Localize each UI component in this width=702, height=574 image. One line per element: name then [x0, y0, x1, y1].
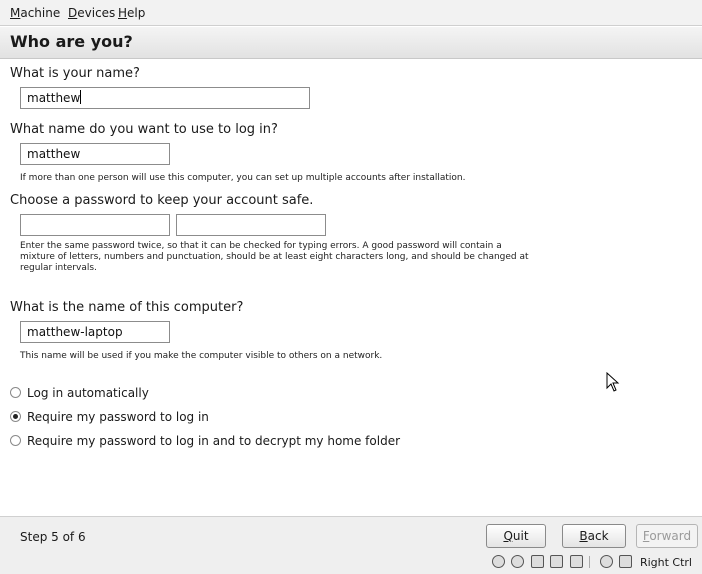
computer-name-help: This name will be used if you make the c… — [20, 351, 383, 361]
computer-name-input[interactable]: matthew-laptop — [20, 321, 170, 343]
login-name-input[interactable]: matthew — [20, 143, 170, 165]
quit-label: uit — [512, 529, 529, 543]
confirm-password-input[interactable] — [176, 214, 326, 236]
require-password-option[interactable]: Require my password to log in — [10, 410, 209, 424]
radio-unchecked-icon[interactable] — [10, 435, 21, 446]
name-input[interactable]: matthew — [20, 87, 310, 109]
menu-devices[interactable]: Devices — [68, 6, 115, 20]
mouse-integration-icon[interactable] — [619, 555, 633, 568]
back-mnemonic: B — [579, 529, 588, 543]
option-label: Log in automatically — [27, 386, 149, 400]
forward-button[interactable]: Forward — [636, 524, 698, 548]
computer-name-label: What is the name of this computer? — [10, 300, 244, 315]
name-label: What is your name? — [10, 66, 140, 81]
password-help-line: Enter the same password twice, so that i… — [20, 241, 502, 251]
menu-machine[interactable]: Machine — [10, 6, 60, 20]
form-area: What is your name? matthew What name do … — [0, 60, 702, 516]
footer-bar: Step 5 of 6 Quit Back Forward Right Ctrl — [0, 516, 702, 574]
password-help-line: regular intervals. — [20, 263, 97, 273]
password-input[interactable] — [20, 214, 170, 236]
option-label: Require my password to log in and to dec… — [27, 434, 401, 448]
login-name-help: If more than one person will use this co… — [20, 173, 466, 183]
menu-help-mnemonic: H — [118, 6, 128, 20]
back-label: ack — [587, 529, 609, 543]
login-name-label: What name do you want to use to log in? — [10, 122, 278, 137]
page-header: Who are you? — [0, 27, 702, 59]
menu-bar: Machine Devices Help — [0, 0, 702, 26]
forward-label: orward — [649, 529, 692, 543]
network-icon[interactable] — [550, 555, 564, 568]
back-button[interactable]: Back — [562, 524, 626, 548]
page-title: Who are you? — [10, 32, 133, 51]
menu-devices-label: evices — [77, 6, 116, 20]
radio-unchecked-icon[interactable] — [10, 387, 21, 398]
menu-help-label: elp — [127, 6, 146, 20]
name-input-value: matthew — [27, 91, 81, 105]
floppy-icon[interactable] — [530, 555, 544, 568]
login-automatically-option[interactable]: Log in automatically — [10, 386, 149, 400]
mouse-pointer-icon — [606, 372, 620, 392]
shared-folders-icon[interactable] — [599, 555, 613, 568]
password-help-line: mixture of letters, numbers and punctuat… — [20, 252, 529, 262]
login-name-input-value: matthew — [27, 147, 81, 161]
vm-status-tray: Right Ctrl — [489, 555, 692, 571]
radio-checked-icon[interactable] — [10, 411, 21, 422]
password-help: Enter the same password twice, so that i… — [20, 241, 529, 274]
hard-disk-icon[interactable] — [491, 555, 505, 568]
menu-machine-mnemonic: M — [10, 6, 21, 20]
host-key-label: Right Ctrl — [639, 556, 692, 569]
encrypt-home-option[interactable]: Require my password to log in and to dec… — [10, 434, 400, 448]
step-indicator: Step 5 of 6 — [20, 530, 86, 544]
cd-drive-icon[interactable] — [511, 555, 525, 568]
usb-icon[interactable] — [569, 555, 583, 568]
menu-help[interactable]: Help — [118, 6, 145, 20]
tray-separator — [589, 556, 591, 568]
quit-mnemonic: Q — [503, 529, 513, 543]
menu-machine-label: achine — [20, 6, 61, 20]
quit-button[interactable]: Quit — [486, 524, 546, 548]
option-label: Require my password to log in — [27, 410, 209, 424]
menu-devices-mnemonic: D — [68, 6, 78, 20]
computer-name-input-value: matthew-laptop — [27, 325, 123, 339]
password-label: Choose a password to keep your account s… — [10, 193, 314, 208]
text-caret — [80, 90, 82, 104]
